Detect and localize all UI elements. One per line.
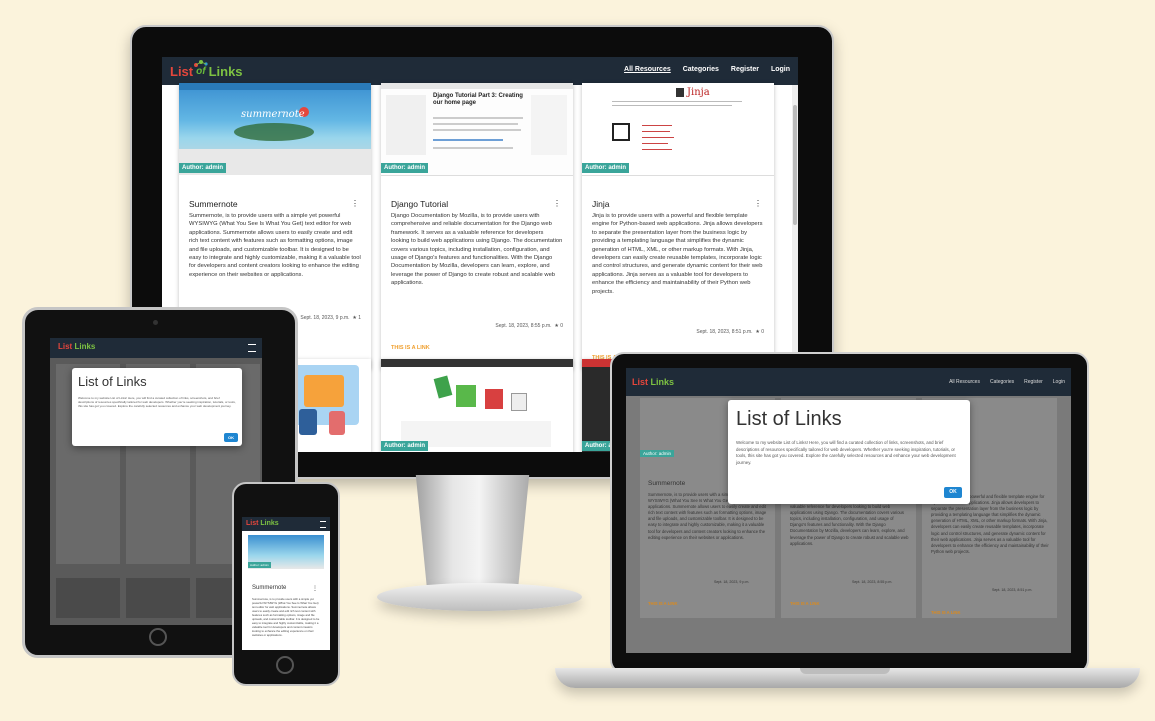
nav-categories[interactable]: Categories	[990, 379, 1014, 385]
logo-sprig-icon	[194, 60, 208, 67]
author-badge: Author: admin	[381, 163, 428, 173]
modal-title: List of Links	[78, 374, 147, 389]
logo-list: List	[170, 64, 194, 79]
laptop-card-desc: documentation for the Django web framewo…	[790, 498, 909, 546]
thumb-caption: summernote	[241, 109, 305, 120]
laptop-card-date: Sept. 18, 2023, 9 p.m.	[714, 580, 750, 584]
laptop-card-link[interactable]: THIS IS A LINK	[790, 601, 819, 606]
kebab-menu-icon[interactable]: ⋮	[754, 199, 762, 208]
thumb-caption: Jinja	[687, 87, 710, 98]
card-meta: Sept. 18, 2023, 8:55 p.m. ★ 0	[495, 323, 563, 329]
card-date: Sept. 18, 2023, 8:51 p.m.	[696, 329, 753, 335]
resource-card[interactable]: Jinja Author: admin Jinja ⋮ Jinja is to …	[582, 83, 774, 369]
tablet-home-button	[149, 628, 167, 646]
author-badge: Author: admin	[179, 163, 226, 173]
modal-ok-button[interactable]: OK	[944, 487, 962, 498]
like-count: 0	[560, 323, 563, 329]
logo-links: Links	[208, 64, 243, 79]
tablet-screen: List Links List of Links Welcome to my w…	[50, 338, 262, 625]
card-description: Jinja is to provide users with a powerfu…	[592, 213, 763, 295]
card-description: Summernote, is to provide users with a s…	[189, 213, 361, 278]
card-title[interactable]: Jinja	[592, 199, 609, 209]
author-badge: Author: admin	[582, 163, 629, 173]
navbar: List of Links All Resources Categories R…	[162, 57, 798, 85]
like-count: 0	[761, 329, 764, 335]
card-title[interactable]: Summernote	[189, 199, 238, 209]
nav-all-resources[interactable]: All Resources	[624, 66, 671, 73]
phone-screen: List Links Author: admin Summernote ⋮ Su…	[242, 517, 330, 650]
laptop-card-title[interactable]: Summernote	[648, 480, 685, 487]
laptop-card-date: Sept. 18, 2023, 8:51 p.m.	[992, 588, 1033, 592]
nav-register[interactable]: Register	[731, 66, 759, 73]
phone-card-title[interactable]: Summernote	[252, 585, 286, 591]
modal-text: Welcome to my website List of Links! Her…	[78, 396, 236, 409]
star-icon[interactable]: ★	[553, 323, 559, 329]
card-thumbnail[interactable]: summernote	[179, 83, 371, 175]
author-badge: Author: admin	[381, 441, 428, 451]
card-link[interactable]: THIS IS A LINK	[391, 345, 430, 351]
card-title[interactable]: Django Tutorial	[391, 199, 448, 209]
monitor-stand-base	[377, 583, 582, 611]
tablet-camera	[153, 320, 158, 325]
thumb-caption: Django Tutorial Part 3: Creating our hom…	[433, 93, 523, 107]
phone-home-button	[276, 656, 294, 674]
laptop-card-link[interactable]: THIS IS A LINK	[931, 610, 960, 615]
modal-text: Welcome to my website List of Links! Her…	[736, 440, 956, 465]
laptop-screen: List Links All Resources Categories Regi…	[626, 368, 1071, 653]
phone-card-desc: Summernote, is to provide users with a s…	[252, 597, 320, 638]
nav-login[interactable]: Login	[1053, 379, 1065, 385]
laptop-card-link[interactable]: THIS IS A LINK	[648, 601, 677, 606]
author-badge: Author: admin	[640, 450, 675, 457]
laptop-notch	[800, 668, 890, 674]
welcome-modal: List of Links Welcome to my website List…	[728, 400, 970, 504]
card-meta: Sept. 18, 2023, 8:51 p.m. ★ 0	[696, 329, 764, 335]
nav-menu: All Resources Categories Register Login	[624, 66, 790, 73]
nav-categories[interactable]: Categories	[683, 66, 719, 73]
star-icon[interactable]: ★	[754, 329, 760, 335]
resource-card[interactable]: Author: admin	[381, 359, 573, 452]
nav-register[interactable]: Register	[1024, 379, 1043, 385]
modal-ok-button[interactable]: OK	[224, 433, 238, 442]
card-date: Sept. 18, 2023, 9 p.m.	[300, 315, 350, 321]
card-date: Sept. 18, 2023, 8:55 p.m.	[495, 323, 552, 329]
card-description: Django Documentation by Mozilla, is to p…	[391, 213, 563, 287]
nav-all-resources[interactable]: All Resources	[949, 379, 980, 385]
kebab-menu-icon[interactable]: ⋮	[351, 199, 359, 208]
modal-title: List of Links	[736, 408, 842, 430]
monitor-stand	[415, 475, 530, 585]
like-count: 1	[358, 315, 361, 321]
laptop-card-date: Sept. 18, 2023, 8:55 p.m.	[852, 580, 893, 584]
resource-card[interactable]: Django Tutorial Part 3: Creating our hom…	[381, 83, 573, 369]
welcome-modal: List of Links Welcome to my website List…	[72, 368, 242, 446]
nav-login[interactable]: Login	[771, 66, 790, 73]
kebab-menu-icon[interactable]: ⋮	[553, 199, 561, 208]
author-badge: Author: admin	[248, 562, 271, 568]
kebab-menu-icon[interactable]: ⋮	[312, 585, 318, 592]
star-icon[interactable]: ★	[351, 315, 357, 321]
card-meta: Sept. 18, 2023, 9 p.m. ★ 1	[300, 315, 361, 321]
logo[interactable]: List of Links	[170, 60, 243, 79]
